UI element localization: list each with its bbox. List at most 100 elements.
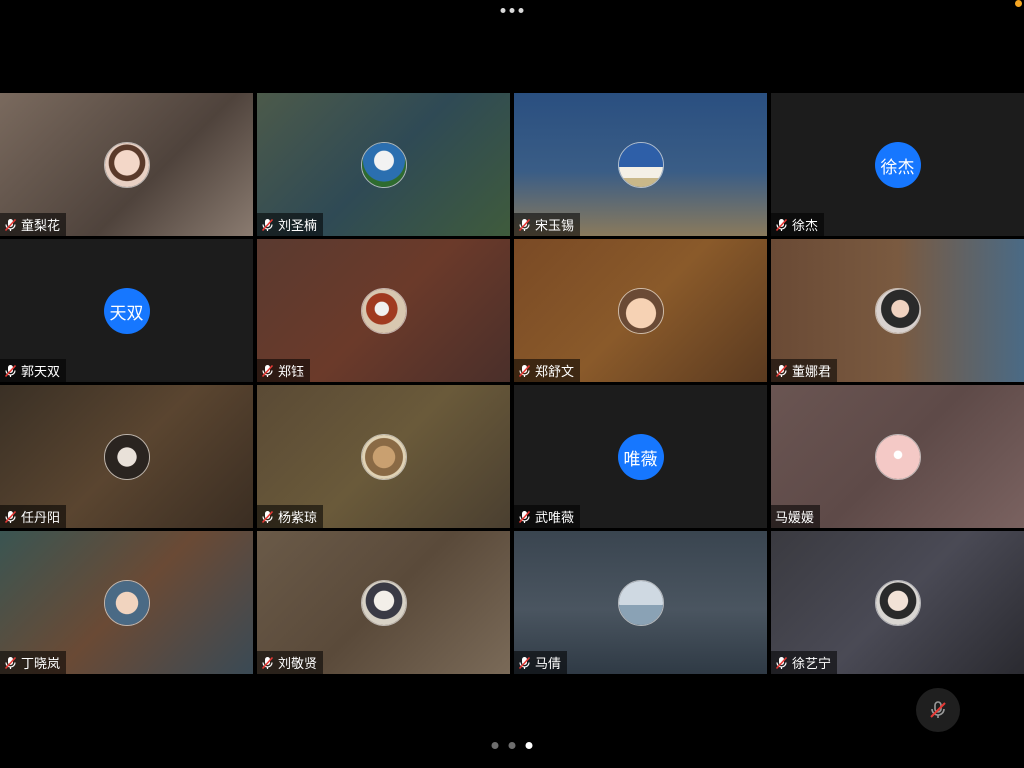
mic-off-icon — [4, 656, 17, 669]
avatar — [360, 288, 407, 334]
mic-off-icon — [775, 656, 788, 669]
mic-off-icon — [775, 218, 788, 231]
avatar: 徐杰 — [874, 142, 921, 188]
participant-tile[interactable]: 刘敬贤 — [257, 531, 510, 674]
participant-tile[interactable]: 马媛媛 — [771, 385, 1024, 528]
avatar-photo — [618, 581, 663, 625]
mic-off-icon — [261, 218, 274, 231]
avatar-photo — [361, 289, 406, 333]
participant-name-tag: 刘圣楠 — [257, 213, 324, 236]
mic-off-icon — [261, 510, 274, 523]
participant-name-tag: 丁晓岚 — [0, 651, 67, 674]
participant-name: 郭天双 — [21, 365, 61, 380]
page-dot[interactable] — [491, 742, 499, 749]
participant-name-tag: 董娜君 — [771, 359, 838, 382]
avatar — [617, 142, 664, 188]
avatar-initials: 徐杰 — [880, 157, 915, 178]
mic-off-icon — [518, 510, 531, 523]
participant-name: 徐杰 — [792, 219, 819, 234]
avatar-photo — [361, 581, 406, 625]
avatar — [360, 142, 407, 188]
participant-name: 刘圣楠 — [278, 219, 318, 234]
participant-name: 马倩 — [535, 657, 562, 672]
avatar — [103, 142, 150, 188]
participant-tile[interactable]: 郑舒文 — [514, 239, 767, 382]
participant-tile[interactable]: 天双郭天双 — [0, 239, 253, 382]
avatar — [617, 580, 664, 626]
avatar: 天双 — [103, 288, 150, 334]
avatar-photo — [875, 289, 920, 333]
participant-name-tag: 杨紫琼 — [257, 505, 324, 528]
participant-tile[interactable]: 马倩 — [514, 531, 767, 674]
participant-name: 刘敬贤 — [278, 657, 318, 672]
mic-off-icon — [775, 364, 788, 377]
participant-grid: 童梨花 刘圣楠 宋玉锡 徐杰 徐杰 天双 郭天双 郑钰 郑舒文 董娜君 任丹阳 杨紫琼 唯薇 武唯薇 马媛媛… — [0, 93, 1024, 674]
participant-name: 武唯薇 — [535, 511, 575, 526]
participant-name-tag: 马倩 — [514, 651, 568, 674]
participant-name-tag: 童梨花 — [0, 213, 67, 236]
participant-name-tag: 刘敬贤 — [257, 651, 324, 674]
participant-name-tag: 郑钰 — [257, 359, 311, 382]
avatar: 唯薇 — [617, 434, 664, 480]
avatar — [874, 288, 921, 334]
participant-tile[interactable]: 童梨花 — [0, 93, 253, 236]
more-options-button[interactable] — [497, 6, 528, 15]
mute-button[interactable] — [916, 688, 960, 732]
avatar-initials: 天双 — [109, 303, 144, 324]
participant-name: 郑舒文 — [535, 365, 575, 380]
participant-tile[interactable]: 唯薇武唯薇 — [514, 385, 767, 528]
participant-tile[interactable]: 丁晓岚 — [0, 531, 253, 674]
page-indicator[interactable] — [491, 742, 533, 749]
participant-name-tag: 武唯薇 — [514, 505, 581, 528]
avatar — [360, 580, 407, 626]
participant-name-tag: 宋玉锡 — [514, 213, 581, 236]
participant-name: 童梨花 — [21, 219, 61, 234]
mic-off-icon — [261, 656, 274, 669]
mic-off-icon — [518, 364, 531, 377]
participant-name-tag: 郭天双 — [0, 359, 67, 382]
participant-tile[interactable]: 宋玉锡 — [514, 93, 767, 236]
avatar — [617, 288, 664, 334]
participant-tile[interactable]: 任丹阳 — [0, 385, 253, 528]
participant-name: 任丹阳 — [21, 511, 61, 526]
avatar-photo — [618, 289, 663, 333]
avatar — [874, 580, 921, 626]
avatar-photo — [361, 435, 406, 479]
participant-name: 杨紫琼 — [278, 511, 318, 526]
participant-name-tag: 徐艺宁 — [771, 651, 838, 674]
participant-name-tag: 马媛媛 — [771, 505, 821, 528]
participant-name: 董娜君 — [792, 365, 832, 380]
participant-name: 宋玉锡 — [535, 219, 575, 234]
participant-name: 马媛媛 — [775, 511, 815, 526]
avatar-photo — [104, 143, 149, 187]
avatar — [874, 434, 921, 480]
participant-name-tag: 徐杰 — [771, 213, 825, 236]
participant-name: 丁晓岚 — [21, 657, 61, 672]
participant-name-tag: 任丹阳 — [0, 505, 67, 528]
participant-tile[interactable]: 杨紫琼 — [257, 385, 510, 528]
avatar-photo — [875, 435, 920, 479]
participant-tile[interactable]: 徐杰 徐杰 — [771, 93, 1024, 236]
avatar-photo — [361, 143, 406, 187]
avatar — [360, 434, 407, 480]
participant-tile[interactable]: 郑钰 — [257, 239, 510, 382]
participant-tile[interactable]: 刘圣楠 — [257, 93, 510, 236]
avatar — [103, 434, 150, 480]
avatar-photo — [104, 435, 149, 479]
participant-tile[interactable]: 董娜君 — [771, 239, 1024, 382]
mic-off-icon — [4, 364, 17, 377]
avatar-photo — [104, 581, 149, 625]
status-indicator — [1015, 0, 1022, 7]
more-horizontal-icon — [500, 8, 506, 13]
participant-tile[interactable]: 徐艺宁 — [771, 531, 1024, 674]
avatar-initials: 唯薇 — [623, 449, 658, 470]
mic-off-icon — [4, 510, 17, 523]
mic-off-icon — [4, 218, 17, 231]
mic-off-icon — [518, 218, 531, 231]
mic-off-icon — [261, 364, 274, 377]
avatar — [103, 580, 150, 626]
page-dot[interactable] — [508, 742, 516, 749]
avatar-photo — [875, 581, 920, 625]
participant-name: 郑钰 — [278, 365, 305, 380]
page-dot[interactable] — [525, 742, 533, 749]
